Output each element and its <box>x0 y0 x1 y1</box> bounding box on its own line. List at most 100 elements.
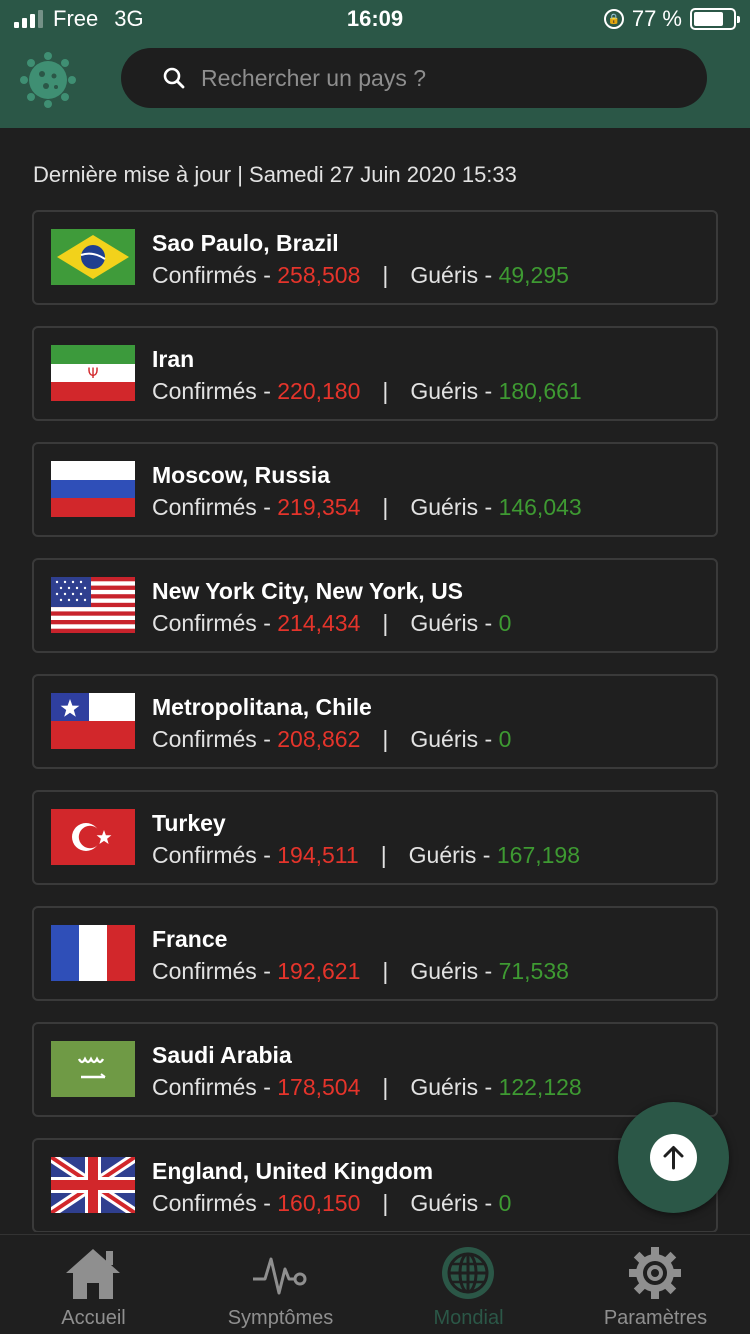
usa-flag <box>51 577 135 633</box>
recovered-label: Guéris - <box>410 958 499 984</box>
country-stats: Confirmés - 208,862 | Guéris - 0 <box>152 726 511 753</box>
recovered-count: 122,128 <box>498 1074 582 1100</box>
country-card[interactable]: Turkey Confirmés - 194,511 | Guéris - 167,… <box>32 790 718 885</box>
country-stats: Confirmés - 178,504 | Guéris - 122,128 <box>152 1074 582 1101</box>
confirmed-count: 214,434 <box>277 610 361 636</box>
battery-level <box>694 12 724 26</box>
country-card[interactable]: Saudi Arabia Confirmés - 178,504 | Guéris … <box>32 1022 718 1117</box>
france-flag <box>51 925 135 981</box>
country-search-bar[interactable] <box>121 48 707 108</box>
search-icon <box>163 67 185 89</box>
stats-separator: | <box>382 378 389 404</box>
recovered-count: 0 <box>498 1190 512 1216</box>
country-stats: Confirmés - 192,621 | Guéris - 71,538 <box>152 958 569 985</box>
tab-label: Accueil <box>61 1307 126 1329</box>
country-name: Metropolitana, Chile <box>152 694 372 720</box>
home-icon <box>66 1249 120 1299</box>
confirmed-label: Confirmés - <box>152 726 278 752</box>
recovered-label: Guéris - <box>410 1190 499 1216</box>
recovered-count: 71,538 <box>498 958 569 984</box>
confirmed-count: 192,621 <box>277 958 361 984</box>
country-card[interactable]: Sao Paulo, Brazil Confirmés - 258,508 | Gu… <box>32 210 718 305</box>
country-card[interactable]: New York City, New York, US Confirmés - … <box>32 558 718 653</box>
confirmed-count: 178,504 <box>277 1074 361 1100</box>
status-bar: Free 3G 16:09 🔒 77 % <box>0 0 750 42</box>
confirmed-label: Confirmés - <box>152 1074 278 1100</box>
country-card[interactable]: Ψ Iran Confirmés - 220,180 | Guéris - 180,… <box>32 326 718 421</box>
chile-flag <box>51 693 135 749</box>
confirmed-label: Confirmés - <box>152 842 278 868</box>
country-name: England, United Kingdom <box>152 1158 434 1184</box>
confirmed-count: 194,511 <box>277 842 359 868</box>
country-stats: Confirmés - 214,434 | Guéris - 0 <box>152 610 511 637</box>
virus-logo-icon <box>20 52 76 108</box>
country-name: Turkey <box>152 810 226 836</box>
tab-label: Mondial <box>433 1307 504 1329</box>
country-stats: Confirmés - 258,508 | Guéris - 49,295 <box>152 262 569 289</box>
recovered-label: Guéris - <box>410 726 499 752</box>
country-stats: Confirmés - 194,511 | Guéris - 167,198 <box>152 842 580 869</box>
confirmed-count: 160,150 <box>277 1190 361 1216</box>
globe-icon <box>442 1247 494 1299</box>
brazil-flag <box>51 229 135 285</box>
tab-label: Paramètres <box>603 1307 708 1329</box>
country-list[interactable]: Sao Paulo, Brazil Confirmés - 258,508 | Gu… <box>32 210 718 1232</box>
recovered-label: Guéris - <box>410 1074 499 1100</box>
russia-flag <box>51 461 135 517</box>
stats-separator: | <box>382 1190 389 1216</box>
tab-mondial[interactable]: Mondial <box>375 1235 562 1334</box>
country-stats: Confirmés - 160,150 | Guéris - 0 <box>152 1190 511 1217</box>
confirmed-label: Confirmés - <box>152 958 278 984</box>
recovered-label: Guéris - <box>410 494 499 520</box>
country-card[interactable]: England, United Kingdom Confirmés - 160,… <box>32 1138 718 1232</box>
battery-icon <box>690 8 740 30</box>
stats-separator: | <box>382 262 389 288</box>
scroll-to-top-button[interactable] <box>618 1102 729 1213</box>
confirmed-count: 258,508 <box>277 262 361 288</box>
confirmed-count: 220,180 <box>277 378 361 404</box>
stats-separator: | <box>382 726 389 752</box>
confirmed-label: Confirmés - <box>152 494 278 520</box>
recovered-count: 180,661 <box>498 378 582 404</box>
turkey-flag <box>51 809 135 865</box>
stats-separator: | <box>382 610 389 636</box>
country-name: Sao Paulo, Brazil <box>152 230 339 256</box>
country-name: Iran <box>152 346 195 372</box>
svg-text:Ψ: Ψ <box>87 366 98 382</box>
heartbeat-icon <box>253 1257 307 1295</box>
confirmed-count: 219,354 <box>277 494 361 520</box>
tab-symptomes[interactable]: Symptômes <box>187 1235 374 1334</box>
country-card[interactable]: Moscow, Russia Confirmés - 219,354 | Guéri… <box>32 442 718 537</box>
recovered-label: Guéris - <box>408 842 497 868</box>
tab-parametres[interactable]: Paramètres <box>562 1235 749 1334</box>
search-input[interactable] <box>201 48 681 108</box>
bottom-tab-bar: Accueil Symptômes Mondial Paramètres <box>0 1234 750 1334</box>
confirmed-label: Confirmés - <box>152 378 278 404</box>
recovered-count: 0 <box>498 726 512 752</box>
country-name: Saudi Arabia <box>152 1042 292 1068</box>
country-name: Moscow, Russia <box>152 462 331 488</box>
country-card[interactable]: Metropolitana, Chile Confirmés - 208,862… <box>32 674 718 769</box>
recovered-count: 146,043 <box>498 494 582 520</box>
confirmed-label: Confirmés - <box>152 610 278 636</box>
confirmed-label: Confirmés - <box>152 1190 278 1216</box>
recovered-label: Guéris - <box>410 378 499 404</box>
iran-flag: Ψ <box>51 345 135 401</box>
saudi-arabia-flag <box>51 1041 135 1097</box>
tab-accueil[interactable]: Accueil <box>0 1235 187 1334</box>
rotation-lock-icon: 🔒 <box>603 9 624 29</box>
stats-separator: | <box>380 842 387 868</box>
battery-percent: 77 % <box>631 6 682 31</box>
stats-separator: | <box>382 494 389 520</box>
country-stats: Confirmés - 219,354 | Guéris - 146,043 <box>152 494 582 521</box>
recovered-count: 0 <box>498 610 512 636</box>
country-card[interactable]: France Confirmés - 192,621 | Guéris - 71,5… <box>32 906 718 1001</box>
uk-flag <box>51 1157 135 1213</box>
country-name: France <box>152 926 228 952</box>
country-stats: Confirmés - 220,180 | Guéris - 180,661 <box>152 378 582 405</box>
recovered-count: 167,198 <box>496 842 580 868</box>
arrow-up-icon <box>663 1146 684 1170</box>
stats-separator: | <box>382 1074 389 1100</box>
country-name: New York City, New York, US <box>152 578 464 604</box>
app-header: Free 3G 16:09 🔒 77 % <box>0 0 750 128</box>
